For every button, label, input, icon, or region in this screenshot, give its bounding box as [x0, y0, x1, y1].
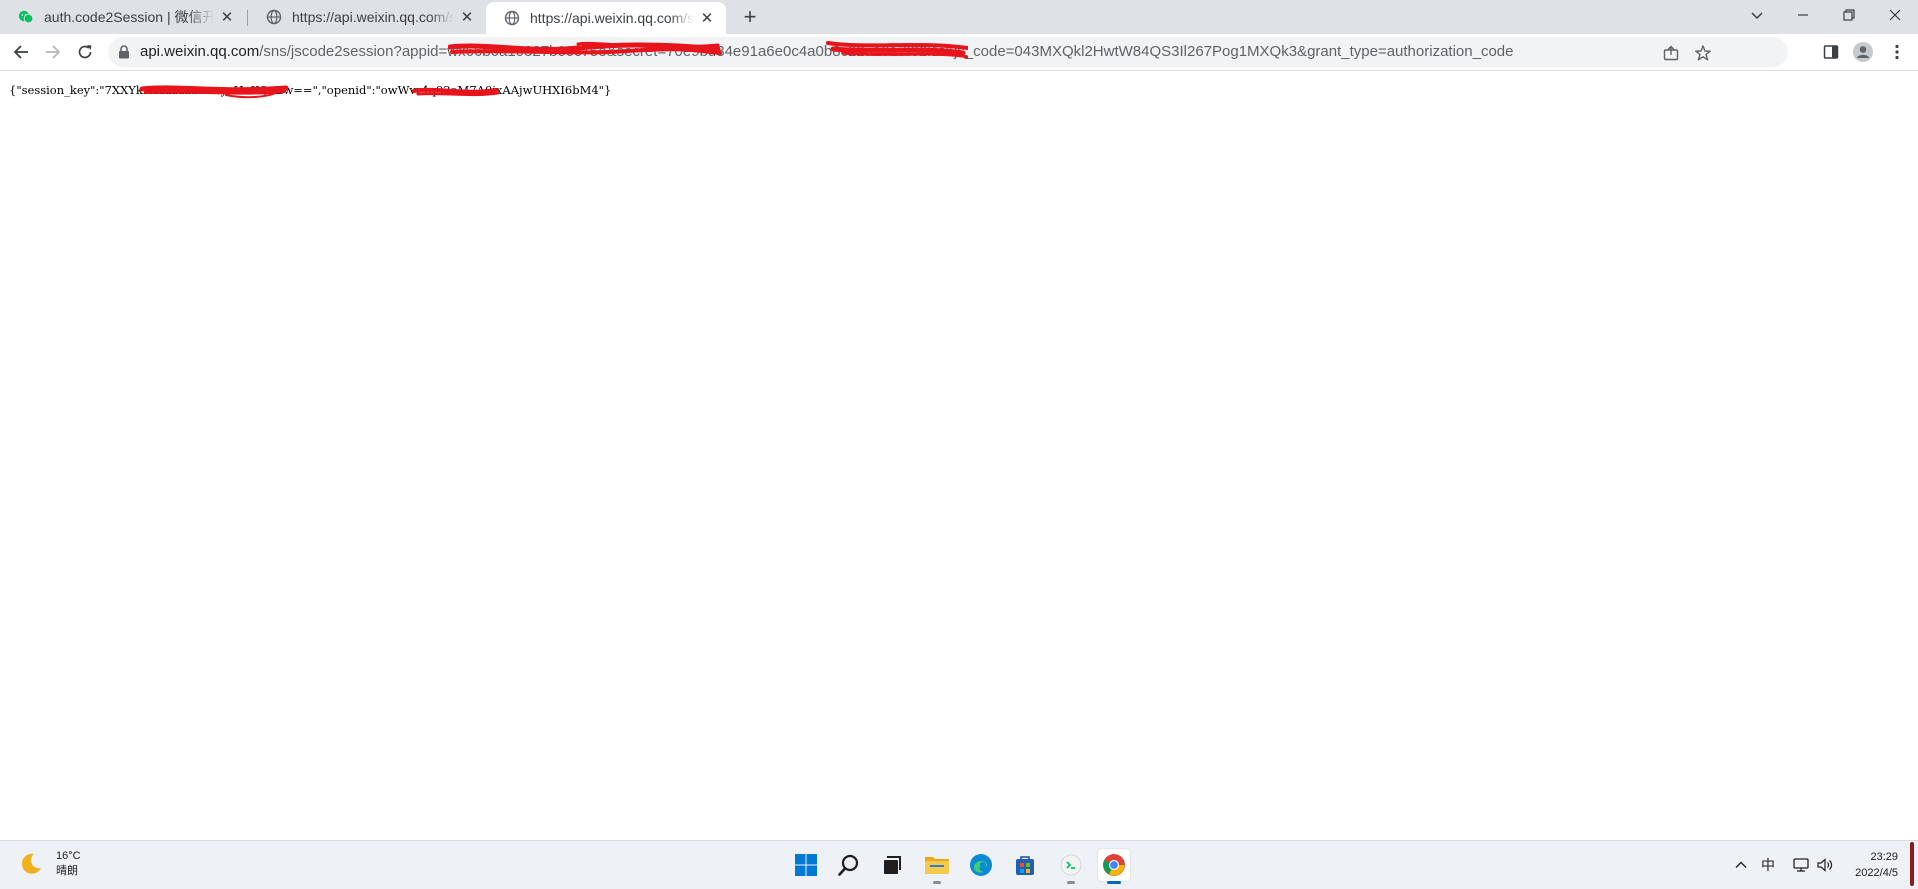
task-view-icon	[884, 856, 901, 874]
store-icon	[1016, 856, 1034, 875]
share-icon[interactable]	[1662, 44, 1680, 62]
minimize-button[interactable]	[1780, 0, 1826, 30]
tab-auth-code2session[interactable]: auth.code2Session | 微信开放文档 ✕	[0, 0, 246, 34]
close-icon[interactable]: ✕	[698, 9, 716, 27]
arrow-left-icon	[13, 45, 28, 59]
bookmark-star-icon[interactable]	[1694, 44, 1712, 62]
tab-title: https://api.weixin.qq.com/sns/jscode2ses…	[292, 9, 454, 25]
weather-temperature: 16°C	[56, 850, 81, 862]
url-text[interactable]: api.weixin.qq.com/sns/jscode2session?app…	[140, 37, 1513, 67]
tab-jscode2session-1[interactable]: https://api.weixin.qq.com/sns/jscode2ses…	[248, 0, 486, 34]
show-hidden-icons-button[interactable]	[1731, 855, 1751, 875]
wechat-devtools-icon	[1060, 854, 1082, 876]
more-vert-icon	[1895, 44, 1899, 60]
weather-widget[interactable]: 16°C 晴朗	[18, 849, 81, 879]
start-button[interactable]	[790, 849, 822, 881]
menu-button[interactable]	[1886, 41, 1908, 63]
minimize-icon	[1798, 14, 1808, 16]
task-view-button[interactable]	[876, 849, 908, 881]
avatar-icon	[1853, 42, 1873, 62]
back-button[interactable]	[7, 38, 35, 66]
wechat-icon	[18, 9, 34, 25]
chevron-down-icon	[1751, 12, 1763, 20]
running-indicator	[1067, 881, 1075, 884]
restore-button[interactable]	[1826, 0, 1872, 30]
running-indicator	[933, 881, 941, 884]
browser-toolbar: api.weixin.qq.com/sns/jscode2session?app…	[0, 34, 1918, 71]
globe-icon	[266, 9, 282, 25]
edge-icon	[970, 854, 992, 876]
show-desktop-edge[interactable]	[1910, 842, 1914, 886]
globe-icon	[504, 10, 520, 26]
url-host: api.weixin.qq.com	[140, 43, 260, 60]
close-icon	[1889, 9, 1901, 21]
chrome-button[interactable]	[1098, 849, 1130, 884]
side-panel-button[interactable]	[1820, 41, 1842, 63]
system-clock[interactable]: 23:29 2022/4/5	[1834, 849, 1898, 881]
chrome-icon	[1103, 854, 1125, 876]
edge-button[interactable]	[965, 849, 997, 881]
reload-icon	[78, 45, 92, 59]
close-icon[interactable]: ✕	[218, 8, 236, 26]
search-icon	[838, 854, 859, 876]
tab-strip: auth.code2Session | 微信开放文档 ✕ https://api…	[0, 0, 1918, 34]
arrow-right-icon	[46, 45, 61, 59]
windows-taskbar: 16°C 晴朗 中 23:29 2022/4/5	[0, 840, 1918, 889]
folder-icon	[925, 857, 949, 874]
tab-jscode2session-2[interactable]: https://api.weixin.qq.com/sns/jscode2ses…	[486, 2, 726, 34]
store-button[interactable]	[1009, 849, 1041, 881]
weather-description: 晴朗	[56, 865, 78, 877]
network-icon[interactable]	[1791, 855, 1811, 875]
address-bar[interactable]: api.weixin.qq.com/sns/jscode2session?app…	[108, 37, 1788, 67]
json-response: {"session_key":"7XXYkxxxxxxxxxxxxyvHaKQx…	[9, 83, 612, 97]
tab-title: auth.code2Session | 微信开放文档	[44, 9, 214, 25]
restore-icon	[1843, 9, 1855, 21]
tab-title: https://api.weixin.qq.com/sns/jscode2ses…	[530, 10, 694, 26]
windows-icon	[795, 854, 817, 876]
file-explorer-button[interactable]	[921, 849, 953, 884]
tab-search-button[interactable]	[1734, 0, 1780, 30]
clock-time: 23:29	[1870, 851, 1898, 863]
lock-icon[interactable]	[118, 45, 130, 64]
page-content: {"session_key":"7XXYkxxxxxxxxxxxxyvHaKQx…	[0, 71, 1918, 840]
input-method-indicator[interactable]: 中	[1758, 855, 1778, 875]
volume-icon[interactable]	[1815, 855, 1835, 875]
moon-icon	[21, 853, 41, 874]
chevron-up-icon	[1735, 861, 1747, 868]
side-panel-icon	[1823, 45, 1839, 59]
running-indicator	[1107, 881, 1121, 884]
new-tab-button[interactable]: +	[738, 4, 762, 29]
forward-button[interactable]	[39, 38, 67, 66]
wechat-devtools-button[interactable]	[1055, 849, 1087, 884]
url-path: /sns/jscode2session?appid=wx66b0a10327b0…	[259, 43, 1514, 60]
search-button[interactable]	[833, 849, 865, 881]
profile-button[interactable]	[1852, 41, 1874, 63]
close-icon[interactable]: ✕	[458, 8, 476, 26]
clock-date: 2022/4/5	[1855, 867, 1898, 879]
reload-button[interactable]	[71, 38, 99, 66]
close-window-button[interactable]	[1872, 0, 1918, 30]
